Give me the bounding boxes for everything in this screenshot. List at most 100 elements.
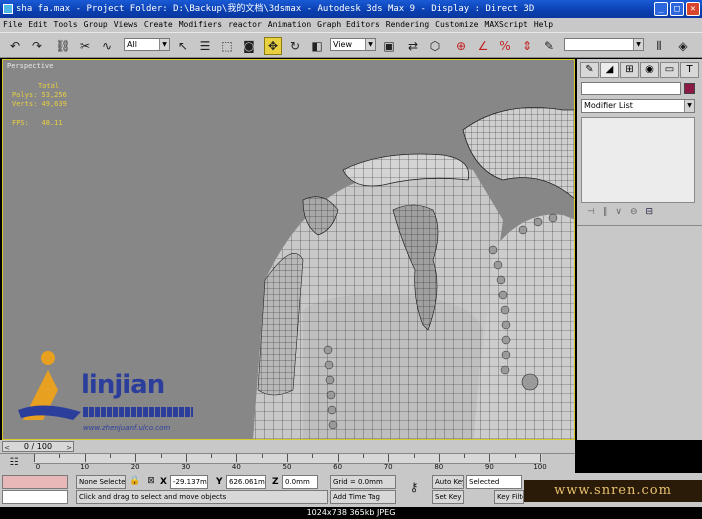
- perspective-viewport[interactable]: Perspective Total Polys: 53,256 Verts: 4…: [2, 59, 575, 440]
- unlink-icon[interactable]: ✂: [76, 37, 94, 55]
- snap-icon[interactable]: ⊕: [452, 37, 470, 55]
- timeline-label: 90: [484, 463, 494, 471]
- add-time-tag-button[interactable]: Add Time Tag: [330, 490, 396, 504]
- viewport-label[interactable]: Perspective: [7, 62, 53, 70]
- time-slider-knob[interactable]: < 0 / 100 >: [2, 441, 74, 452]
- timeline-tick: [337, 454, 339, 462]
- menu-help[interactable]: Help: [534, 18, 553, 32]
- set-key-button[interactable]: Set Key: [432, 490, 464, 504]
- minimize-button[interactable]: _: [654, 2, 668, 16]
- timeline-tick: [185, 454, 187, 462]
- menu-maxscript[interactable]: MAXScript: [485, 18, 528, 32]
- timeline-label: 100: [533, 463, 547, 471]
- modifier-list-dropdown[interactable]: Modifier List ▼: [581, 99, 695, 113]
- key-set-dropdown[interactable]: Selected: [466, 475, 522, 489]
- ref-coord-dropdown[interactable]: View ▼: [330, 38, 376, 51]
- named-selection-dropdown[interactable]: ▼: [564, 38, 644, 51]
- menu-graph-editors[interactable]: Graph Editors: [317, 18, 380, 32]
- menu-edit[interactable]: Edit: [28, 18, 47, 32]
- modify-tab-icon[interactable]: ◢: [600, 62, 619, 78]
- menu-rendering[interactable]: Rendering: [386, 18, 429, 32]
- menu-bar: File Edit Tools Group Views Create Modif…: [0, 18, 702, 32]
- menu-create[interactable]: Create: [144, 18, 173, 32]
- pin-stack-icon[interactable]: ⊣: [587, 207, 595, 221]
- hierarchy-tab-icon[interactable]: ⊞: [620, 62, 639, 78]
- selection-filter-value: All: [127, 40, 137, 49]
- mirror-icon[interactable]: ⇄: [404, 37, 422, 55]
- z-label: Z: [272, 477, 279, 487]
- undo-icon[interactable]: ↶: [6, 37, 24, 55]
- scale-icon[interactable]: ◧: [308, 37, 326, 55]
- logo-subtitle-bar: [83, 407, 193, 417]
- timeline-tick: [413, 454, 415, 458]
- lock-selection-icon[interactable]: 🔒: [128, 473, 142, 489]
- object-name-field[interactable]: [581, 82, 681, 95]
- pivot-icon[interactable]: ▣: [380, 37, 398, 55]
- menu-views[interactable]: Views: [114, 18, 138, 32]
- y-coordinate-field[interactable]: 626.061mm: [226, 475, 266, 489]
- stats-fps-value: 48.11: [41, 119, 63, 127]
- menu-modifiers[interactable]: Modifiers: [179, 18, 222, 32]
- mirror-tool-icon[interactable]: ⫴: [650, 37, 668, 55]
- spinner-snap-icon[interactable]: ⇕: [518, 37, 536, 55]
- remove-modifier-icon[interactable]: ⊖: [630, 207, 638, 221]
- selection-filter-dropdown[interactable]: All ▼: [124, 38, 170, 51]
- window-crossing-icon[interactable]: ◙: [240, 37, 258, 55]
- main-toolbar: ↶ ↷ ⛓ ✂ ∿ All ▼ ↖ ☰ ⬚ ◙ ✥ ↻ ◧ View ▼ ▣ ⇄…: [0, 32, 702, 58]
- utilities-tab-icon[interactable]: T: [680, 62, 699, 78]
- timeline-track[interactable]: 0 10 20 30 40 50 60 70 80 90 100: [34, 454, 547, 471]
- stats-polys-value: 53,256: [41, 91, 67, 99]
- configure-sets-icon[interactable]: ⊟: [645, 207, 653, 221]
- named-selection-icon[interactable]: ✎: [540, 37, 558, 55]
- menu-tools[interactable]: Tools: [54, 18, 78, 32]
- maxscript-listener-field[interactable]: [2, 475, 68, 489]
- link-icon[interactable]: ⛓: [54, 37, 72, 55]
- timeline-tick: [84, 454, 86, 462]
- key-filters-button[interactable]: Key Filte: [494, 490, 524, 504]
- menu-customize[interactable]: Customize: [435, 18, 478, 32]
- make-unique-icon[interactable]: ∨: [615, 207, 622, 221]
- display-tab-icon[interactable]: ▭: [660, 62, 679, 78]
- timeline-tick: [261, 454, 263, 458]
- create-tab-icon[interactable]: ✎: [580, 62, 599, 78]
- timeline-tick: [312, 454, 314, 458]
- curve-editor-icon[interactable]: ☷: [6, 454, 22, 470]
- linjian-logo: linjian www.zhenjuanf.ulco.com: [13, 350, 193, 439]
- menu-group[interactable]: Group: [84, 18, 108, 32]
- absolute-mode-icon[interactable]: ⊠: [144, 473, 158, 489]
- redo-icon[interactable]: ↷: [28, 37, 46, 55]
- angle-snap-icon[interactable]: ∠: [474, 37, 492, 55]
- bind-space-warp-icon[interactable]: ∿: [98, 37, 116, 55]
- time-slider-position: 0 / 100: [23, 442, 53, 451]
- rect-region-icon[interactable]: ⬚: [218, 37, 236, 55]
- timeline-tick: [514, 454, 516, 458]
- time-slider[interactable]: < 0 / 100 >: [0, 440, 575, 453]
- key-icon[interactable]: ⚷: [402, 479, 426, 495]
- stats-verts: Verts: 49,639: [12, 100, 67, 109]
- motion-tab-icon[interactable]: ◉: [640, 62, 659, 78]
- watermark: www.snren.com: [524, 480, 702, 502]
- material-editor-icon[interactable]: ◈: [674, 37, 692, 55]
- z-coordinate-field[interactable]: 0.0mm: [282, 475, 318, 489]
- command-panel: ✎ ◢ ⊞ ◉ ▭ T Modifier List ▼ ⊣ ‖ ∨ ⊖ ⊟: [577, 59, 702, 440]
- modifier-stack[interactable]: [581, 117, 695, 203]
- maxscript-mini-listener[interactable]: [2, 490, 68, 504]
- object-color-swatch[interactable]: [684, 83, 695, 94]
- select-icon[interactable]: ↖: [174, 37, 192, 55]
- move-icon[interactable]: ✥: [264, 37, 282, 55]
- x-coordinate-field[interactable]: -29.137mm: [170, 475, 208, 489]
- menu-reactor[interactable]: reactor: [228, 18, 262, 32]
- track-bar[interactable]: ☷ 0 10 20 30 40 50 60 70 80 90 100: [0, 453, 575, 473]
- menu-file[interactable]: File: [3, 18, 22, 32]
- maximize-button[interactable]: □: [670, 2, 684, 16]
- timeline-label: 70: [383, 463, 393, 471]
- menu-animation[interactable]: Animation: [268, 18, 311, 32]
- show-end-result-icon[interactable]: ‖: [603, 207, 608, 221]
- auto-key-button[interactable]: Auto Key: [432, 475, 464, 489]
- percent-snap-icon[interactable]: %: [496, 37, 514, 55]
- timeline-label: 50: [282, 463, 292, 471]
- close-button[interactable]: ✕: [686, 2, 700, 16]
- rotate-icon[interactable]: ↻: [286, 37, 304, 55]
- select-by-name-icon[interactable]: ☰: [196, 37, 214, 55]
- align-icon[interactable]: ⬡: [426, 37, 444, 55]
